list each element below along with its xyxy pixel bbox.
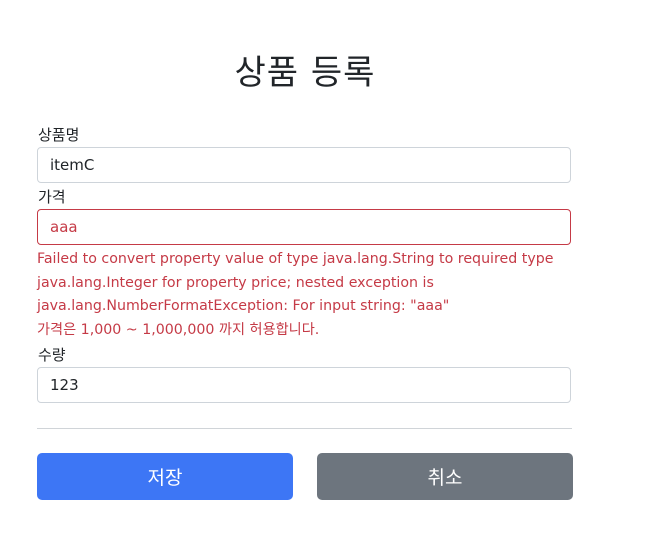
price-range-error-line: 가격은 1,000 ~ 1,000,000 까지 허용합니다. [37,321,320,338]
item-name-input[interactable] [37,147,571,183]
price-label: 가격 [38,188,66,206]
save-button[interactable]: 저장 [37,453,293,500]
price-error-line: java.lang.Integer for property price; ne… [37,274,434,291]
quantity-label: 수량 [38,346,66,364]
item-name-label: 상품명 [38,126,80,144]
quantity-input[interactable] [37,367,571,403]
price-error-message: Failed to convert property value of type… [37,248,597,342]
form-divider [37,428,572,429]
page-title: 상품 등록 [234,52,376,93]
price-error-line: java.lang.NumberFormatException: For inp… [37,298,450,314]
price-input[interactable] [37,209,571,245]
price-error-line: Failed to convert property value of type… [37,251,554,267]
cancel-button[interactable]: 취소 [317,453,573,500]
